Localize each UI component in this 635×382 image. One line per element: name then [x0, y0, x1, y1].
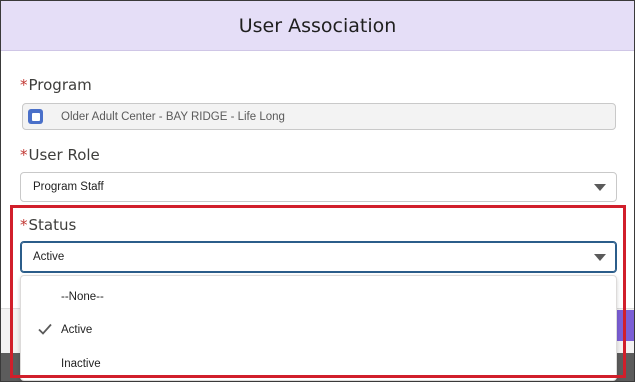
program-label: *Program	[20, 76, 92, 94]
required-marker: *	[20, 146, 28, 164]
option-label: Active	[61, 324, 93, 336]
check-icon	[38, 323, 52, 335]
status-value: Active	[33, 251, 65, 263]
modal-header: User Association	[1, 1, 634, 51]
status-dropdown-list: --None-- Active Inactive	[20, 275, 617, 381]
status-option-inactive[interactable]: Inactive	[21, 349, 616, 379]
status-select[interactable]: Active	[20, 241, 617, 273]
record-icon	[28, 109, 43, 124]
program-field: Older Adult Center - BAY RIDGE - Life Lo…	[22, 103, 616, 130]
option-label: --None--	[61, 291, 104, 303]
required-marker: *	[20, 216, 28, 234]
chevron-down-icon	[594, 254, 606, 261]
chevron-down-icon	[594, 184, 606, 191]
program-label-text: Program	[28, 76, 92, 94]
status-option-active[interactable]: Active	[21, 315, 616, 345]
required-marker: *	[20, 76, 28, 94]
user-role-label: *User Role	[20, 146, 100, 164]
user-role-value: Program Staff	[33, 181, 104, 193]
status-label-text: Status	[28, 216, 77, 234]
status-option-none[interactable]: --None--	[21, 282, 616, 312]
status-label: *Status	[20, 216, 76, 234]
modal-title: User Association	[238, 14, 397, 37]
program-value: Older Adult Center - BAY RIDGE - Life Lo…	[61, 110, 285, 123]
option-label: Inactive	[61, 358, 101, 370]
user-association-modal: User Association *Program Older Adult Ce…	[0, 0, 635, 382]
user-role-label-text: User Role	[28, 146, 100, 164]
user-role-select[interactable]: Program Staff	[20, 172, 617, 202]
